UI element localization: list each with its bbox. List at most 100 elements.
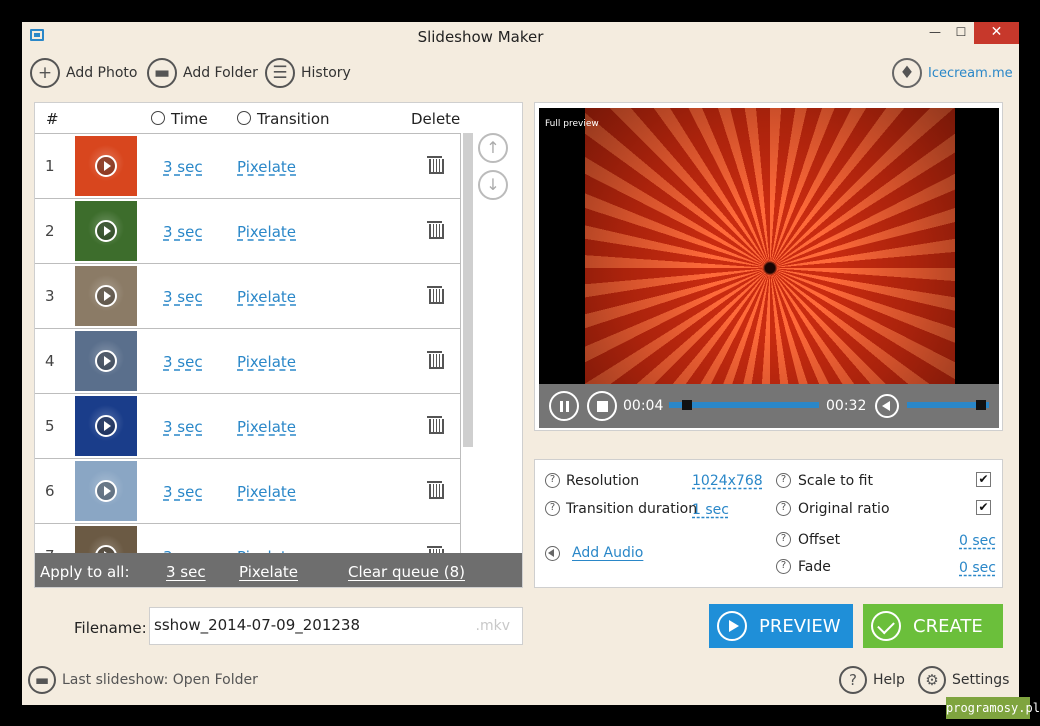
table-row[interactable]: 3 3 sec Pixelate: [35, 263, 461, 328]
help-button[interactable]: ? Help: [839, 666, 905, 694]
icecream-link[interactable]: ♦ Icecream.me: [892, 58, 1013, 88]
clear-queue-link[interactable]: Clear queue (8): [348, 563, 465, 581]
table-row[interactable]: 6 3 sec Pixelate: [35, 458, 461, 523]
apply-transition-link[interactable]: Pixelate: [239, 563, 298, 581]
open-last-folder-link[interactable]: ▬ Last slideshow: Open Folder: [28, 666, 258, 694]
volume-icon[interactable]: [875, 394, 899, 418]
row-transition-link[interactable]: Pixelate: [237, 223, 296, 241]
row-time-link[interactable]: 3 sec: [163, 288, 203, 306]
row-number: 3: [45, 287, 55, 305]
current-time: 00:04: [623, 398, 664, 414]
photo-thumbnail[interactable]: [75, 461, 137, 521]
seek-handle[interactable]: [682, 400, 692, 410]
play-icon[interactable]: [95, 350, 117, 372]
fade-link[interactable]: 0 sec: [959, 560, 996, 576]
photo-thumbnail[interactable]: [75, 266, 137, 326]
help-icon[interactable]: ?: [776, 532, 791, 547]
scrollbar[interactable]: [463, 133, 473, 447]
original-ratio-checkbox[interactable]: ✔: [976, 500, 991, 515]
help-icon[interactable]: ?: [776, 501, 791, 516]
play-icon[interactable]: [95, 480, 117, 502]
preview-button[interactable]: PREVIEW: [709, 604, 853, 648]
clock-icon: [151, 111, 165, 125]
app-window: Slideshow Maker — ☐ ✕ + Add Photo ▬ Add …: [22, 22, 1019, 705]
row-transition-link[interactable]: Pixelate: [237, 288, 296, 306]
header-time-label: Time: [171, 110, 208, 128]
trash-icon[interactable]: [427, 416, 444, 434]
gear-icon: ⚙: [918, 666, 946, 694]
question-icon: ?: [839, 666, 867, 694]
watermark: programosy.pl: [946, 697, 1040, 719]
offset-link[interactable]: 0 sec: [959, 533, 996, 549]
create-label: CREATE: [913, 615, 983, 637]
trash-icon[interactable]: [427, 351, 444, 369]
photo-thumbnail[interactable]: [75, 396, 137, 456]
resolution-link[interactable]: 1024x768: [692, 473, 763, 489]
preview-image: [585, 108, 955, 384]
row-time-link[interactable]: 3 sec: [163, 353, 203, 371]
header-transition: Transition: [237, 110, 330, 128]
table-row[interactable]: 5 3 sec Pixelate: [35, 393, 461, 458]
row-time-link[interactable]: 3 sec: [163, 483, 203, 501]
row-number: 5: [45, 417, 55, 435]
row-transition-link[interactable]: Pixelate: [237, 418, 296, 436]
move-down-icon[interactable]: ↓: [478, 170, 508, 200]
add-photo-button[interactable]: + Add Photo: [30, 58, 138, 88]
transition-duration-label: Transition duration: [566, 501, 698, 517]
add-folder-button[interactable]: ▬ Add Folder: [147, 58, 258, 88]
pause-icon[interactable]: [549, 391, 579, 421]
help-icon[interactable]: ?: [545, 473, 560, 488]
row-number: 6: [45, 482, 55, 500]
close-button[interactable]: ✕: [974, 22, 1019, 44]
table-row[interactable]: 2 3 sec Pixelate: [35, 198, 461, 263]
help-icon[interactable]: ?: [545, 501, 560, 516]
help-icon[interactable]: ?: [776, 473, 791, 488]
maximize-button[interactable]: ☐: [948, 22, 974, 44]
player-controls: 00:04 00:32: [539, 384, 999, 428]
play-icon[interactable]: [95, 155, 117, 177]
header-num: #: [46, 110, 59, 128]
list-icon: ☰: [265, 58, 295, 88]
create-button[interactable]: CREATE: [863, 604, 1003, 648]
fade-label: Fade: [798, 559, 831, 575]
folder-icon: ▬: [28, 666, 56, 694]
add-photo-label: Add Photo: [66, 65, 138, 81]
photo-thumbnail[interactable]: [75, 201, 137, 261]
history-button[interactable]: ☰ History: [265, 58, 351, 88]
play-icon[interactable]: [95, 220, 117, 242]
photo-thumbnail[interactable]: [75, 331, 137, 391]
help-icon[interactable]: ?: [776, 559, 791, 574]
original-ratio-label: Original ratio: [798, 501, 890, 517]
last-slideshow-label: Last slideshow: Open Folder: [62, 672, 258, 688]
stop-icon[interactable]: [587, 391, 617, 421]
preview-label: PREVIEW: [759, 615, 841, 637]
brand-label: Icecream.me: [928, 65, 1013, 81]
trash-icon[interactable]: [427, 221, 444, 239]
row-time-link[interactable]: 3 sec: [163, 158, 203, 176]
row-time-link[interactable]: 3 sec: [163, 223, 203, 241]
play-icon[interactable]: [95, 285, 117, 307]
play-icon[interactable]: [95, 415, 117, 437]
table-row[interactable]: 1 3 sec Pixelate: [35, 133, 461, 198]
trash-icon[interactable]: [427, 286, 444, 304]
photo-thumbnail[interactable]: [75, 136, 137, 196]
move-up-icon[interactable]: ↑: [478, 133, 508, 163]
speaker-icon: [545, 546, 560, 561]
volume-handle[interactable]: [975, 400, 986, 410]
trash-icon[interactable]: [427, 156, 444, 174]
table-row[interactable]: 4 3 sec Pixelate: [35, 328, 461, 393]
row-transition-link[interactable]: Pixelate: [237, 483, 296, 501]
settings-button[interactable]: ⚙ Settings: [918, 666, 1009, 694]
transition-duration-link[interactable]: 1 sec: [692, 502, 729, 518]
header-time: Time: [151, 110, 208, 128]
row-number: 1: [45, 157, 55, 175]
trash-icon[interactable]: [427, 481, 444, 499]
row-time-link[interactable]: 3 sec: [163, 418, 203, 436]
minimize-button[interactable]: —: [922, 22, 948, 44]
filename-input[interactable]: [154, 616, 454, 634]
row-transition-link[interactable]: Pixelate: [237, 158, 296, 176]
add-audio-link[interactable]: Add Audio: [572, 545, 643, 561]
row-transition-link[interactable]: Pixelate: [237, 353, 296, 371]
scale-to-fit-checkbox[interactable]: ✔: [976, 472, 991, 487]
apply-time-link[interactable]: 3 sec: [166, 563, 206, 581]
